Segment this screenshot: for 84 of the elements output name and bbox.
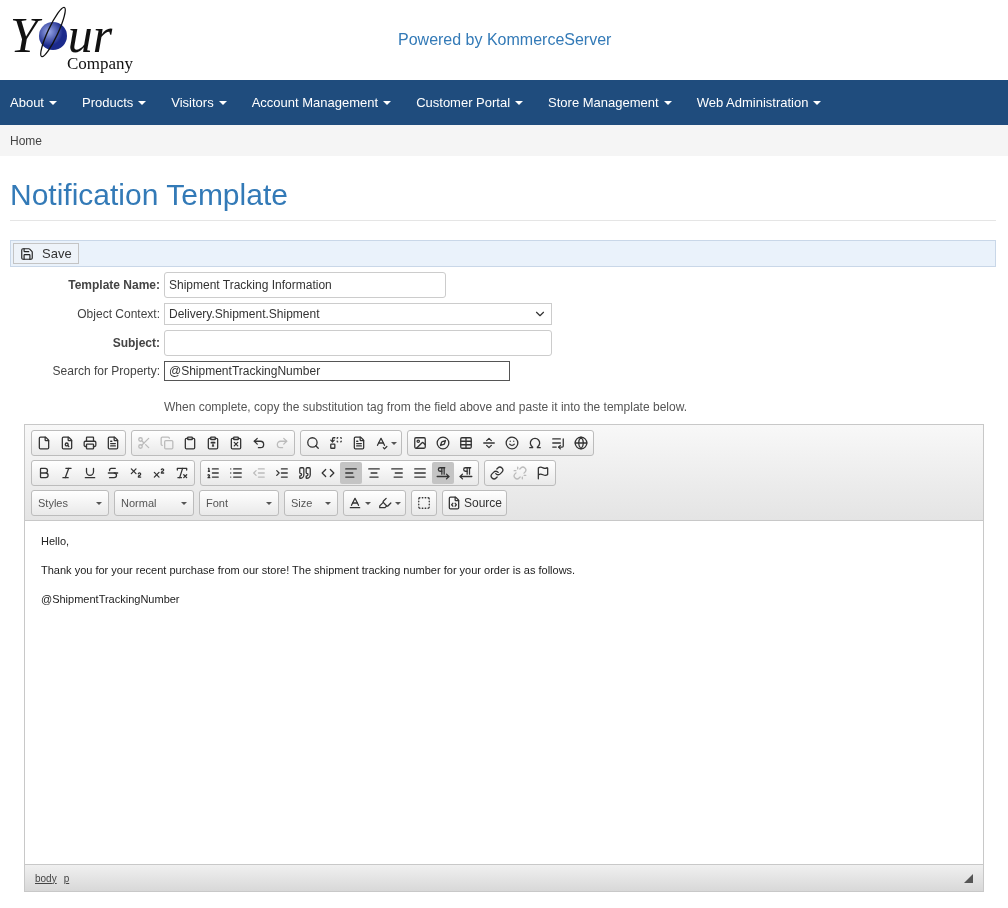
dropdown-button[interactable]: Font	[201, 492, 277, 514]
field-label: Search for Property:	[51, 364, 161, 378]
text-color-icon	[348, 496, 362, 510]
dropdown-button[interactable]: Size	[286, 492, 336, 514]
italic-icon	[60, 466, 74, 480]
printer-icon	[83, 436, 97, 450]
image-icon	[413, 436, 427, 450]
align-left-button[interactable]	[340, 462, 362, 484]
dashed-square-icon	[417, 496, 431, 510]
clipboard-text-icon	[206, 436, 220, 450]
scissors-icon	[137, 436, 151, 450]
text-lines-icon	[352, 436, 366, 450]
breadcrumb-link[interactable]: Home	[10, 133, 42, 148]
nav-menu-item[interactable]: Web Administration	[696, 95, 822, 110]
resize-handle-icon[interactable]	[964, 873, 973, 883]
code-icon	[321, 466, 335, 480]
field-label: Template Name:	[67, 278, 161, 292]
nav-menu-item[interactable]: Account Management	[251, 95, 392, 110]
pilcrow-right-icon	[436, 466, 450, 480]
search-field[interactable]: @ShipmentTrackingNumber	[164, 361, 510, 381]
flag-icon	[536, 466, 550, 480]
spellcheck-icon	[374, 436, 388, 450]
element-path-link[interactable]: p	[63, 872, 70, 884]
numbered-list-icon	[206, 466, 220, 480]
input-field[interactable]	[164, 330, 552, 356]
replace-icon	[329, 436, 343, 450]
search-icon	[306, 436, 320, 450]
quote-icon	[298, 466, 312, 480]
content-paragraph: Hello,	[41, 535, 71, 547]
omega-icon	[528, 436, 542, 450]
indent-icon	[275, 466, 289, 480]
horizontal-line-icon	[482, 436, 496, 450]
dropdown-button[interactable]: Normal	[116, 492, 192, 514]
page-title: Notification Template	[10, 178, 996, 221]
nav-menu-item[interactable]: Customer Portal	[416, 95, 524, 110]
hint-text: When complete, copy the substitution tag from the field above and paste it into the template below.	[164, 400, 688, 414]
nav-menu-item[interactable]: Products	[82, 95, 147, 110]
page-magnifier-icon	[60, 436, 74, 450]
align-center-icon	[367, 466, 381, 480]
file-code-icon	[447, 496, 461, 510]
save-icon	[20, 246, 34, 261]
left-to-right-button[interactable]	[432, 462, 454, 484]
content-paragraph: @ShipmentTrackingNumber	[41, 593, 181, 605]
compass-icon	[436, 436, 450, 450]
unlink-icon	[513, 466, 527, 480]
subscript-icon	[129, 466, 143, 480]
globe-icon	[574, 436, 588, 450]
document-icon	[106, 436, 120, 450]
field-label: Object Context:	[76, 307, 161, 321]
input-field[interactable]: Shipment Tracking Information	[164, 272, 446, 298]
element-path-link[interactable]: body	[35, 872, 57, 884]
strikethrough-icon	[106, 466, 120, 480]
outdent-icon	[252, 466, 266, 480]
nav-menu-item[interactable]: About	[10, 95, 57, 110]
smiley-icon	[505, 436, 519, 450]
align-right-icon	[390, 466, 404, 480]
field-label: Subject:	[111, 336, 161, 350]
page-break-icon	[551, 436, 565, 450]
content-paragraph: Thank you for your recent purchase from our store! The shipment tracking number for your order is as follows.	[41, 564, 577, 576]
undo-icon	[252, 436, 266, 450]
source-button[interactable]: Source	[444, 492, 506, 514]
page-icon	[37, 436, 51, 450]
tagline: Powered by KommerceServer	[398, 31, 612, 49]
redo-icon	[275, 436, 289, 450]
context-select[interactable]: Delivery.Shipment.Shipment	[164, 303, 552, 325]
underline-icon	[83, 466, 97, 480]
copy-icon	[160, 436, 174, 450]
clipboard-icon	[183, 436, 197, 450]
pilcrow-left-icon	[459, 466, 473, 480]
align-left-icon	[344, 466, 358, 480]
table-icon	[459, 436, 473, 450]
remove-format-icon	[175, 466, 189, 480]
editor-content[interactable]: Hello, Thank you for your recent purchase from our store! The shipment tracking number for your order is as follows. @ShipmentTrackingNumber	[25, 521, 983, 864]
highlighter-icon	[378, 496, 392, 510]
superscript-icon	[152, 466, 166, 480]
clipboard-x-icon	[229, 436, 243, 450]
nav-menu-item[interactable]: Store Management	[548, 95, 672, 110]
save-button[interactable]: Save	[13, 243, 79, 264]
bold-icon	[37, 466, 51, 480]
bulleted-list-icon	[229, 466, 243, 480]
link-icon	[490, 466, 504, 480]
justify-icon	[413, 466, 427, 480]
nav-menu-item[interactable]: Visitors	[171, 95, 227, 110]
dropdown-button[interactable]: Styles	[33, 492, 107, 514]
